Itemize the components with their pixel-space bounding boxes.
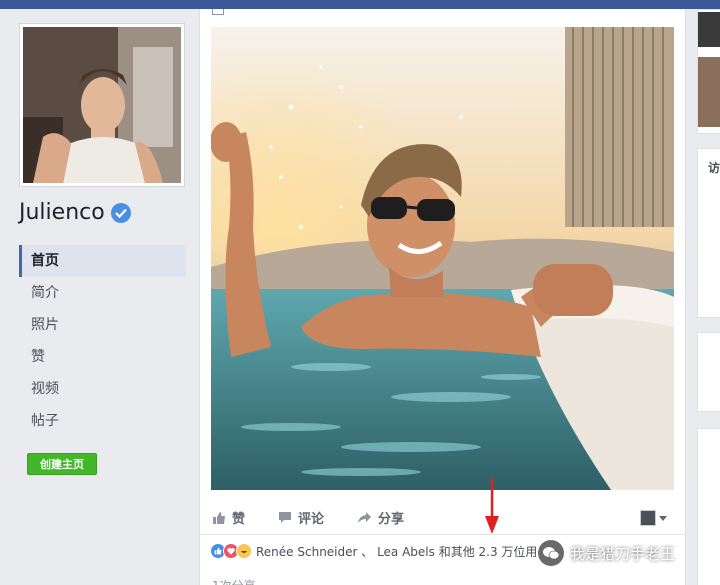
audience-avatar-icon	[640, 510, 656, 526]
right-thumb-2	[698, 57, 720, 127]
post-menu-icon[interactable]	[212, 9, 224, 15]
audience-selector[interactable]	[640, 510, 667, 526]
comment-button[interactable]: 评论	[278, 508, 324, 527]
profile-picture[interactable]	[20, 24, 184, 186]
chevron-down-icon	[659, 515, 667, 521]
right-thumb-1	[698, 12, 720, 47]
like-button[interactable]: 赞	[212, 508, 245, 527]
watermark-text: 我是猎刀手老王	[570, 544, 676, 563]
post-photo[interactable]	[211, 27, 674, 490]
page-title: Julienco	[19, 200, 131, 225]
right-card-4	[697, 428, 720, 585]
nav-item-photos[interactable]: 照片	[19, 309, 186, 341]
comment-label: 评论	[298, 512, 325, 527]
page-name-text: Julienco	[19, 200, 105, 225]
right-card-title: 访	[708, 161, 720, 175]
nav-item-about[interactable]: 简介	[19, 277, 186, 309]
share-arrow-icon	[358, 512, 371, 523]
thumbs-up-icon	[213, 511, 225, 524]
reactions-summary[interactable]: Renée Schneider 、 Lea Abels 和其他 2.3 万位用	[210, 540, 537, 562]
share-button[interactable]: 分享	[357, 508, 404, 527]
like-label: 赞	[232, 512, 246, 527]
post-card: 赞 评论 分享 Renée Schneider 、 Lea Abels 和其他 …	[199, 9, 687, 585]
nav-item-videos[interactable]: 视频	[19, 373, 186, 405]
right-photo-card[interactable]	[697, 9, 720, 134]
wechat-logo-icon	[538, 540, 564, 566]
post-photo-image	[211, 27, 674, 490]
nav-item-home[interactable]: 首页	[19, 245, 186, 277]
watermark: 我是猎刀手老王	[538, 538, 675, 568]
profile-photo	[23, 27, 181, 183]
shares-count[interactable]: 1次分享	[212, 577, 256, 585]
nav-item-posts[interactable]: 帖子	[19, 405, 186, 437]
verified-badge-icon	[110, 202, 131, 223]
share-label: 分享	[378, 512, 405, 527]
top-bar	[0, 0, 720, 9]
right-info-card: 访	[697, 148, 720, 318]
comment-icon	[279, 512, 291, 523]
create-page-button[interactable]: 创建主页	[27, 453, 97, 475]
page-nav: 首页 简介 照片 赞 视频 帖子	[19, 245, 186, 437]
nav-item-likes[interactable]: 赞	[19, 341, 186, 373]
post-actions: 赞 评论 分享	[200, 499, 687, 535]
right-card-3	[697, 332, 720, 412]
annotation-arrow-icon	[485, 478, 499, 534]
reactions-text: Renée Schneider 、 Lea Abels 和其他 2.3 万位用	[256, 544, 538, 559]
haha-reaction-icon	[236, 543, 252, 559]
